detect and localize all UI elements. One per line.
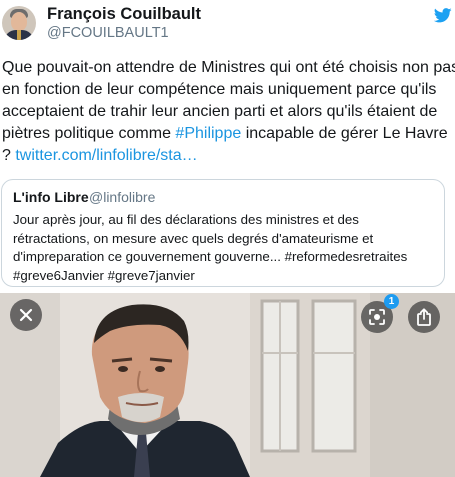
tweet-line: Que pouvait-on attendre de Ministres qui… [2, 59, 455, 76]
quoted-line: #greve6Janvier #greve7janvier [13, 267, 195, 283]
quoted-author-name[interactable]: L'info Libre [13, 189, 89, 205]
quoted-line: rétractations, on mesure avec quels degr… [13, 230, 374, 246]
tweet-line-part: piètres politique comme [2, 125, 176, 142]
close-icon [19, 308, 33, 322]
lens-icon [369, 309, 385, 325]
share-button[interactable] [408, 301, 440, 333]
tweet-line: ? twitter.com/linfolibre/sta… [2, 145, 454, 167]
tweet-line: en fonction de leur compétence mais uniq… [2, 81, 437, 98]
quoted-author-handle[interactable]: @linfolibre [89, 189, 155, 205]
tweet-text: Que pouvait-on attendre de Ministres qui… [2, 57, 455, 167]
hashtag-philippe[interactable]: #Philippe [175, 125, 241, 142]
quoted-line: d'impreparation ce gouvernement gouverne… [13, 249, 408, 264]
quoted-tweet-text: Jour après jour, au fil des déclarations… [13, 211, 441, 285]
tweet-line-part: ? [2, 147, 16, 164]
tweet-header: François Couilbault @FCOUILBAULT1 [0, 0, 455, 50]
quoted-tweet[interactable]: L'info Libre @linfolibre Jour après jour… [1, 179, 445, 287]
lens-count-badge: 1 [384, 294, 399, 309]
media-image[interactable]: 1 [0, 293, 455, 477]
avatar[interactable] [2, 6, 36, 40]
author-handle[interactable]: @FCOUILBAULT1 [47, 25, 169, 41]
tweet-line: acceptaient de trahir leur ancien parti … [2, 103, 438, 120]
close-button[interactable] [10, 299, 42, 331]
quoted-line: Jour après jour, au fil des déclarations… [13, 212, 359, 227]
share-icon [417, 308, 431, 326]
tweet-line: piètres politique comme #Philippe incapa… [2, 123, 454, 145]
tweet-link[interactable]: twitter.com/linfolibre/sta… [15, 147, 197, 164]
author-name[interactable]: François Couilbault [47, 5, 201, 24]
tweet-line-part: incapable de gérer Le Havre [241, 125, 448, 142]
twitter-bird-icon[interactable] [434, 8, 452, 23]
